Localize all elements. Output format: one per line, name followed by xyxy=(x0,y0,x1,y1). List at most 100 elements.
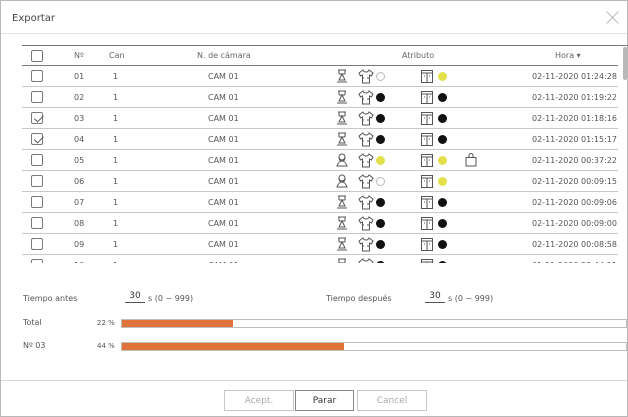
row-checkbox[interactable] xyxy=(31,175,43,187)
before-time-range: s (0 ~ 999) xyxy=(148,294,194,303)
item-progress-percent: 44 % xyxy=(97,342,115,350)
table-row[interactable]: 03 1 CAM 01 02-11-2020 01:18:16 xyxy=(22,108,618,129)
lower-color-dot xyxy=(438,135,447,144)
header-camera-name: N. de cámara xyxy=(197,51,251,60)
cancel-button[interactable]: Cancel xyxy=(357,390,427,411)
row-camera-name: CAM 01 xyxy=(208,134,239,144)
total-progress-bar xyxy=(121,319,627,328)
row-no: 01 xyxy=(74,71,85,81)
row-no: 07 xyxy=(74,197,85,207)
row-camera-name: CAM 01 xyxy=(208,155,239,165)
row-channel: 1 xyxy=(113,71,119,81)
row-camera-name: CAM 01 xyxy=(208,92,239,102)
row-checkbox[interactable] xyxy=(31,91,43,103)
row-checkbox[interactable] xyxy=(31,217,43,229)
upper-color-dot xyxy=(376,135,385,144)
row-attributes xyxy=(334,150,504,170)
total-progress-label: Total xyxy=(23,318,42,327)
upper-color-dot xyxy=(376,114,385,123)
item-progress-fill xyxy=(122,343,344,350)
footer-divider xyxy=(1,380,627,381)
row-no: 03 xyxy=(74,113,85,123)
row-checkbox[interactable] xyxy=(31,112,43,124)
table-row[interactable]: 01 1 CAM 01 02-11-2020 01:24:28 xyxy=(22,66,618,87)
export-dialog: Exportar Nº Can N. de cámara Atributo Ho… xyxy=(0,0,628,417)
table-row[interactable]: 05 1 CAM 01 02-11-2020 00:37:22 xyxy=(22,150,618,171)
row-camera-name: CAM 01 xyxy=(208,113,239,123)
row-time: 01-11-2020 22:44:11 xyxy=(532,255,617,264)
accept-button[interactable]: Acept. xyxy=(224,390,294,411)
lower-color-dot xyxy=(438,240,447,249)
upper-color-dot xyxy=(376,93,385,102)
row-time: 02-11-2020 00:09:00 xyxy=(532,218,617,228)
row-no: 02 xyxy=(74,92,85,102)
after-time-input[interactable]: 30 xyxy=(425,291,445,303)
row-checkbox[interactable] xyxy=(31,154,43,166)
lower-color-dot xyxy=(438,198,447,207)
row-no: 05 xyxy=(74,155,85,165)
stop-button[interactable]: Parar xyxy=(295,390,354,411)
upper-color-dot xyxy=(376,177,385,186)
table-row[interactable]: 08 1 CAM 01 02-11-2020 00:09:00 xyxy=(22,213,618,234)
results-table: Nº Can N. de cámara Atributo Hora ▾ 01 1 C… xyxy=(22,45,628,263)
lower-color-dot xyxy=(438,177,447,186)
table-row[interactable]: 04 1 CAM 01 02-11-2020 01:15:17 xyxy=(22,129,618,150)
dialog-title: Exportar xyxy=(12,13,55,24)
table-row[interactable]: 06 1 CAM 01 02-11-2020 00:09:15 xyxy=(22,171,618,192)
row-attributes xyxy=(334,255,504,263)
before-time-input[interactable]: 30 xyxy=(125,291,145,303)
row-checkbox[interactable] xyxy=(31,133,43,145)
after-time-label: Tiempo después xyxy=(326,294,392,303)
upper-color-dot xyxy=(376,261,385,263)
lower-color-dot xyxy=(438,156,447,165)
row-attributes xyxy=(334,171,504,191)
row-time: 02-11-2020 01:24:28 xyxy=(532,71,617,81)
table-row[interactable]: 10 1 CAM 01 01-11-2020 22:44:11 xyxy=(22,255,618,263)
row-checkbox[interactable] xyxy=(31,70,43,82)
row-time: 02-11-2020 00:09:06 xyxy=(532,197,617,207)
row-channel: 1 xyxy=(113,218,119,228)
lower-color-dot xyxy=(438,72,447,81)
row-camera-name: CAM 01 xyxy=(208,239,239,249)
row-time: 02-11-2020 00:09:15 xyxy=(532,176,617,186)
row-time: 02-11-2020 00:37:22 xyxy=(532,155,617,165)
row-attributes xyxy=(334,234,504,254)
total-progress-fill xyxy=(122,320,233,327)
item-progress-label: Nº 03 xyxy=(23,341,46,350)
upper-color-dot xyxy=(376,240,385,249)
row-attributes xyxy=(334,66,504,86)
row-checkbox[interactable] xyxy=(31,238,43,250)
after-time-range: s (0 ~ 999) xyxy=(448,294,494,303)
lower-color-dot xyxy=(438,261,447,263)
row-channel: 1 xyxy=(113,176,119,186)
row-channel: 1 xyxy=(113,113,119,123)
row-no: 06 xyxy=(74,176,85,186)
header-no: Nº xyxy=(74,51,84,60)
table-row[interactable]: 07 1 CAM 01 02-11-2020 00:09:06 xyxy=(22,192,618,213)
row-time: 02-11-2020 01:18:16 xyxy=(532,113,617,123)
item-progress-bar xyxy=(121,342,627,351)
select-all-checkbox[interactable] xyxy=(31,49,43,62)
row-attributes xyxy=(334,129,504,149)
row-attributes xyxy=(334,87,504,107)
row-channel: 1 xyxy=(113,134,119,144)
row-no: 08 xyxy=(74,218,85,228)
close-icon[interactable] xyxy=(606,10,620,24)
table-header: Nº Can N. de cámara Atributo Hora ▾ xyxy=(22,46,618,66)
row-checkbox[interactable] xyxy=(31,259,43,263)
scrollbar-thumb[interactable] xyxy=(623,47,627,80)
row-camera-name: CAM 01 xyxy=(208,176,239,186)
row-attributes xyxy=(334,213,504,233)
table-row[interactable]: 09 1 CAM 01 02-11-2020 00:08:58 xyxy=(22,234,618,255)
lower-color-dot xyxy=(438,114,447,123)
header-time-sort[interactable]: Hora ▾ xyxy=(555,46,581,65)
header-attribute: Atributo xyxy=(402,51,435,60)
row-checkbox[interactable] xyxy=(31,196,43,208)
row-channel: 1 xyxy=(113,92,119,102)
upper-color-dot xyxy=(376,72,385,81)
row-attributes xyxy=(334,108,504,128)
row-camera-name: CAM 01 xyxy=(208,218,239,228)
table-row[interactable]: 02 1 CAM 01 02-11-2020 01:19:22 xyxy=(22,87,618,108)
row-time: 02-11-2020 01:19:22 xyxy=(532,92,617,102)
before-time-label: Tiempo antes xyxy=(23,294,78,303)
